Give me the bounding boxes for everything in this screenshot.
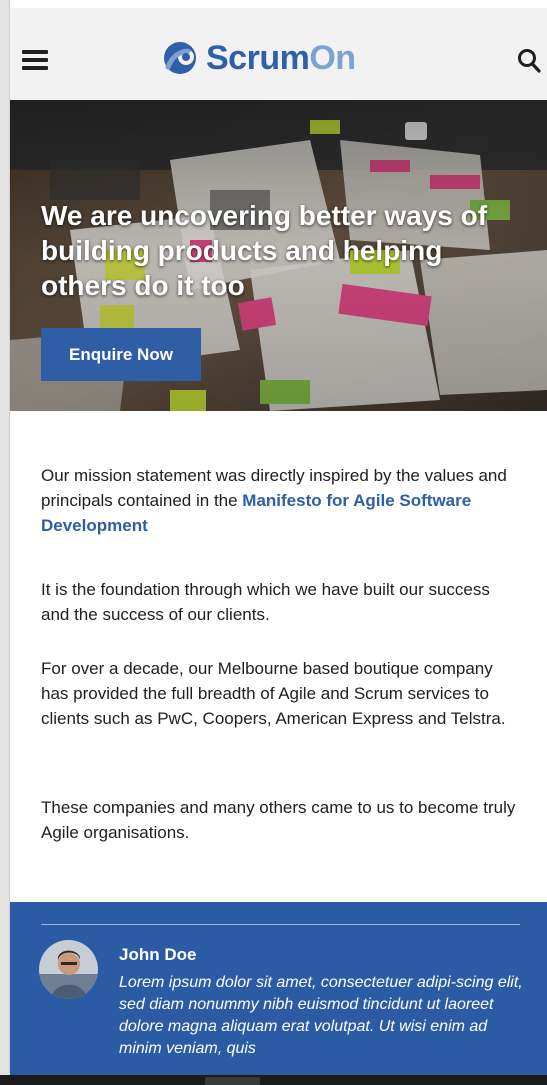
hero-headline: We are uncovering better ways of buildin… <box>41 200 488 301</box>
testimonial-quote: Lorem ipsum dolor sit amet, consectetuer… <box>119 974 523 1057</box>
clients-paragraph: These companies and many others came to … <box>41 798 516 842</box>
foundation-paragraph: It is the foundation through which we ha… <box>41 580 490 624</box>
site-header: ScrumOn <box>10 8 547 100</box>
scroll-thumb[interactable] <box>205 1077 260 1085</box>
logo-text: ScrumOn <box>206 39 356 77</box>
search-icon[interactable] <box>517 48 541 74</box>
hero-banner: We are uncovering better ways of buildin… <box>10 100 547 411</box>
enquire-now-button[interactable]: Enquire Now <box>41 328 201 381</box>
bottom-scroll-bar <box>0 1075 547 1085</box>
avatar <box>39 940 98 999</box>
testimonial-divider <box>41 924 520 925</box>
mission-paragraph: Our mission statement was directly inspi… <box>41 466 507 535</box>
browser-frame-edge <box>0 0 10 1085</box>
site-logo[interactable]: ScrumOn <box>160 36 356 80</box>
testimonial-name: John Doe <box>119 945 197 964</box>
hamburger-menu-icon[interactable] <box>22 50 48 70</box>
scrumon-logo-icon <box>164 42 196 74</box>
page: ScrumOn We are uncovering better ways of… <box>10 0 547 1085</box>
testimonial-section: John Doe Lorem ipsum dolor sit amet, con… <box>10 902 547 1085</box>
header-top-strip <box>10 0 547 8</box>
history-paragraph: For over a decade, our Melbourne based b… <box>41 659 506 728</box>
